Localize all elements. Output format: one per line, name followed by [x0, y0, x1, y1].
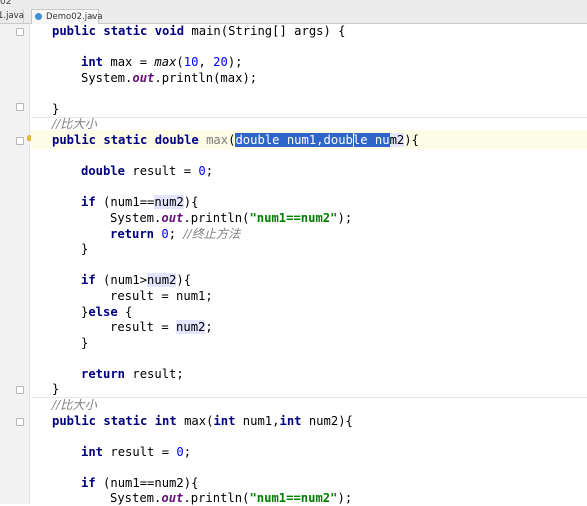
code-line: return 0; //终止方法 — [110, 227, 241, 241]
fold-icon[interactable] — [16, 386, 24, 394]
code-line: int result = 0; — [81, 445, 192, 459]
code-line: } — [52, 382, 60, 396]
code-line: } — [52, 102, 60, 116]
tab-demo02-java[interactable]: Demo02.java × — [31, 9, 103, 24]
code-line: if (num1>num2){ — [81, 273, 192, 287]
code-line: if (num1==num2){ — [81, 476, 199, 490]
java-class-icon — [35, 13, 42, 20]
code-line: public static void main(String[] args) { — [52, 24, 346, 38]
code-line: System.out.println("num1==num2"); — [110, 211, 353, 225]
close-icon[interactable]: × — [88, 10, 95, 24]
code-line: public static double max(double num1,dou… — [52, 133, 419, 147]
code-line: public static int max(int num1,int num2)… — [52, 414, 353, 428]
code-line: result = num2; — [110, 320, 213, 334]
editor-gutter — [0, 24, 30, 504]
mouse-cursor-icon — [353, 133, 354, 148]
code-comment: //比大小 — [52, 117, 97, 131]
tab-1-java[interactable]: 1.java — [0, 9, 24, 24]
fold-icon[interactable] — [16, 137, 24, 145]
fold-icon[interactable] — [16, 418, 24, 426]
code-line: } — [81, 242, 89, 256]
code-comment: //比大小 — [52, 398, 97, 412]
method-separator — [31, 117, 587, 118]
code-line: double result = 0; — [81, 164, 214, 178]
code-line: if (num1==num2){ — [81, 195, 199, 209]
method-separator — [31, 397, 587, 398]
tab-bar-fragment: 02 — [0, 0, 12, 7]
fold-icon[interactable] — [16, 103, 24, 111]
code-line: result = num1; — [110, 289, 213, 303]
selection: double num1,double nu — [235, 133, 390, 147]
code-line: }else { — [81, 305, 133, 319]
code-line: System.out.println(max); — [81, 71, 258, 85]
code-line: } — [81, 336, 89, 350]
code-line: return result; — [81, 367, 184, 381]
editor-tab-bar: 02 1.java Demo02.java × — [0, 0, 587, 24]
tab-1-label: 1.java — [0, 11, 24, 21]
code-line: int max = max(10, 20); — [81, 55, 243, 69]
fold-icon[interactable] — [16, 28, 24, 36]
